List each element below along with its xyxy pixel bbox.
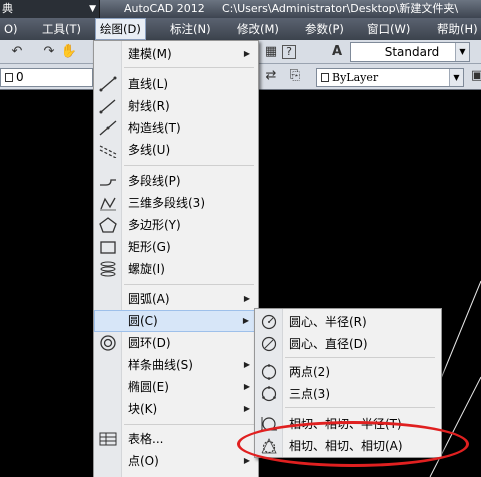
menu-item-polygon[interactable]: 多边形(Y) xyxy=(94,214,258,236)
menu-item-line[interactable]: 直线(L) xyxy=(94,73,258,95)
menu-item-parametric[interactable]: 参数(P) xyxy=(301,18,348,40)
text-style-dropdown[interactable]: Standard ▼ xyxy=(350,42,470,62)
drawn-line[interactable] xyxy=(439,280,481,382)
menu-separator xyxy=(285,357,435,358)
menu-item-tan-tan-radius[interactable]: 相切、相切、半径(T) xyxy=(255,413,441,435)
menu-item-view[interactable]: O) xyxy=(0,18,22,40)
menu-item-point[interactable]: 点(O) ▶ xyxy=(94,450,258,472)
submenu-arrow-icon: ▶ xyxy=(242,316,249,325)
submenu-arrow-icon: ▶ xyxy=(243,382,250,391)
layer-color-swatch xyxy=(5,73,13,82)
color-value: ByLayer xyxy=(332,71,379,84)
menu-item-help[interactable]: 帮助(H) xyxy=(433,18,481,40)
redo-icon[interactable]: ↷ xyxy=(40,43,58,61)
title-bar: 典 ▼ AutoCAD 2012 C:\Users\Administrator\… xyxy=(0,0,481,18)
table-icon xyxy=(99,432,117,446)
multiline-icon xyxy=(99,145,117,158)
color-swatch xyxy=(321,73,329,82)
menu-item-donut[interactable]: 圆环(D) xyxy=(94,332,258,354)
menu-separator xyxy=(124,284,254,285)
menu-item-three-point[interactable]: 三点(3) xyxy=(255,383,441,405)
workspace-dropdown[interactable]: 典 ▼ xyxy=(0,0,100,18)
line-icon xyxy=(99,76,117,92)
circle-submenu: 圆心、半径(R) 圆心、直径(D) 两点(2) 三点(3) 相切、相切、半径(T… xyxy=(254,308,442,458)
menu-item-center-diameter[interactable]: 圆心、直径(D) xyxy=(255,333,441,355)
app-title: AutoCAD 2012 xyxy=(124,2,205,15)
menu-item-polyline[interactable]: 多段线(P) xyxy=(94,170,258,192)
submenu-arrow-icon: ▶ xyxy=(243,49,250,58)
chevron-down-icon: ▼ xyxy=(89,4,96,14)
polyline-icon xyxy=(100,179,116,186)
color-dropdown[interactable]: ByLayer ▼ xyxy=(316,68,464,87)
menu-item-block[interactable]: 块(K) ▶ xyxy=(94,398,258,420)
submenu-arrow-icon: ▶ xyxy=(243,456,250,465)
chevron-down-icon: ▼ xyxy=(449,69,463,86)
linetype-icon[interactable]: ▣ xyxy=(468,67,481,85)
donut-icon xyxy=(100,335,116,351)
helix-icon xyxy=(100,261,116,277)
menu-item-ellipse[interactable]: 椭圆(E) ▶ xyxy=(94,376,258,398)
menu-item-center-radius[interactable]: 圆心、半径(R) xyxy=(255,311,441,333)
menu-item-draw[interactable]: 绘图(D) xyxy=(95,18,146,40)
circle-3point-icon xyxy=(261,386,277,402)
circle-center-radius-icon xyxy=(261,314,277,330)
menu-item-multiline[interactable]: 多线(U) xyxy=(94,139,258,161)
menu-item-construction-line[interactable]: 构造线(T) xyxy=(94,117,258,139)
menu-item-modify[interactable]: 修改(M) xyxy=(233,18,283,40)
menu-item-tools[interactable]: 工具(T) xyxy=(38,18,85,40)
chevron-down-icon: ▼ xyxy=(455,43,469,61)
menu-bar: O) 工具(T) 绘图(D) 标注(N) 修改(M) 参数(P) 窗口(W) 帮… xyxy=(0,18,481,40)
text-style-icon[interactable]: A xyxy=(328,43,346,61)
menu-separator xyxy=(124,424,254,425)
ray-icon xyxy=(99,99,116,114)
layer-previous-icon[interactable]: ⎘ xyxy=(286,67,304,85)
polygon-icon xyxy=(99,217,117,233)
menu-item-3d-polyline[interactable]: 三维多段线(3) xyxy=(94,192,258,214)
circle-center-diameter-icon xyxy=(261,336,277,352)
menu-separator xyxy=(285,407,435,408)
menu-item-table[interactable]: 表格... xyxy=(94,428,258,450)
submenu-arrow-icon: ▶ xyxy=(243,404,250,413)
menu-separator xyxy=(124,165,254,166)
submenu-arrow-icon: ▶ xyxy=(243,294,250,303)
draw-menu: 建模(M) ▶ 直线(L) 射线(R) 构造线(T) 多线(U) 多段线(P) … xyxy=(93,40,259,477)
menu-separator xyxy=(124,67,254,68)
menu-item-tan-tan-tan[interactable]: 相切、相切、相切(A) xyxy=(255,435,441,457)
help-icon[interactable]: ? xyxy=(282,45,296,59)
layer-dropdown[interactable]: 0 xyxy=(0,68,93,87)
rectangle-icon xyxy=(100,241,116,254)
circle-ttr-icon xyxy=(261,417,277,431)
circle-ttt-icon xyxy=(261,438,277,454)
menu-item-window[interactable]: 窗口(W) xyxy=(363,18,414,40)
menu-item-rectangle[interactable]: 矩形(G) xyxy=(94,236,258,258)
menu-item-two-point[interactable]: 两点(2) xyxy=(255,361,441,383)
layer-value: 0 xyxy=(16,70,24,84)
xline-icon xyxy=(99,120,117,136)
layer-match-icon[interactable]: ⇄ xyxy=(262,67,280,85)
calculator-icon[interactable]: ▦ xyxy=(262,43,280,61)
submenu-arrow-icon: ▶ xyxy=(243,360,250,369)
circle-2point-icon xyxy=(261,364,277,380)
undo-icon[interactable]: ↶ xyxy=(8,43,26,61)
menu-item-ray[interactable]: 射线(R) xyxy=(94,95,258,117)
menu-item-circle[interactable]: 圆(C) ▶ xyxy=(94,310,258,332)
pan-icon[interactable]: ✋ xyxy=(60,43,78,61)
menu-item-dimension[interactable]: 标注(N) xyxy=(166,18,215,40)
file-path: C:\Users\Administrator\Desktop\新建文件夹\ xyxy=(222,2,459,15)
menu-item-spline[interactable]: 样条曲线(S) ▶ xyxy=(94,354,258,376)
menu-item-arc[interactable]: 圆弧(A) ▶ xyxy=(94,288,258,310)
workspace-label: 典 xyxy=(2,2,13,15)
menu-item-modeling[interactable]: 建模(M) ▶ xyxy=(94,43,258,65)
text-style-value: Standard xyxy=(384,45,440,59)
menu-item-helix[interactable]: 螺旋(I) xyxy=(94,258,258,280)
3d-polyline-icon xyxy=(100,197,116,211)
